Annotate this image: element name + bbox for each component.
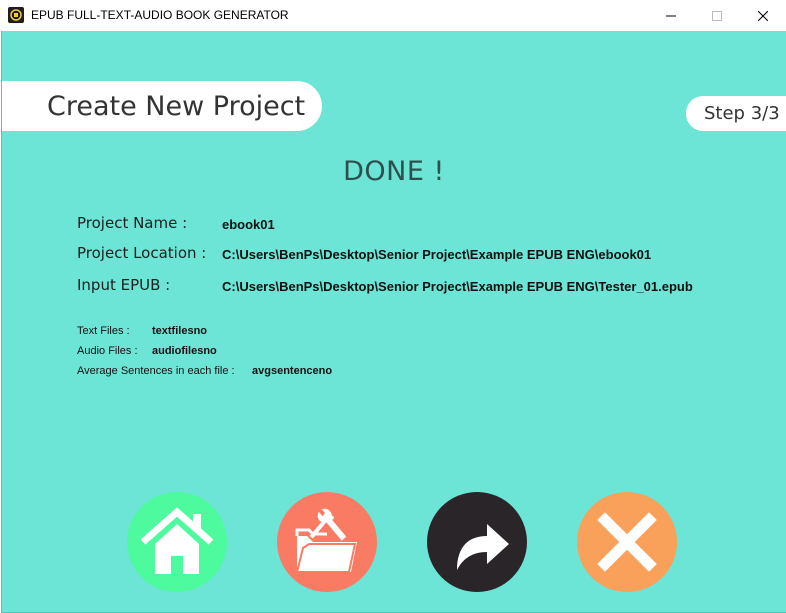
app-logo-icon	[8, 7, 24, 23]
close-icon	[758, 10, 768, 21]
close-x-icon	[597, 512, 657, 572]
project-name-value: ebook01	[222, 217, 275, 232]
maximize-icon	[712, 10, 722, 21]
folder-tools-icon	[295, 508, 357, 573]
audio-files-value: audiofilesno	[152, 345, 217, 357]
project-location-label: Project Location :	[77, 244, 207, 262]
audio-files-label: Audio Files :	[77, 345, 138, 357]
minimize-button[interactable]	[648, 0, 694, 31]
minimize-icon	[666, 15, 676, 16]
window-title: EPUB FULL-TEXT-AUDIO BOOK GENERATOR	[31, 8, 289, 22]
status-heading: DONE !	[343, 156, 445, 187]
project-name-label: Project Name :	[77, 214, 188, 232]
step-indicator: Step 3/3	[686, 96, 786, 131]
header-banner: Create New Project	[2, 81, 322, 131]
input-epub-value: C:\Users\BenPs\Desktop\Senior Project\Ex…	[222, 279, 693, 294]
text-files-label: Text Files :	[77, 325, 130, 337]
avg-sentences-label: Average Sentences in each file :	[77, 365, 235, 377]
home-icon	[140, 507, 214, 574]
avg-sentences-value: avgsentenceno	[252, 365, 333, 377]
title-bar: EPUB FULL-TEXT-AUDIO BOOK GENERATOR	[0, 0, 786, 31]
forward-button[interactable]	[427, 492, 527, 592]
step-label: Step 3/3	[704, 103, 780, 124]
main-panel: Create New Project Step 3/3 DONE ! Proje…	[1, 31, 786, 613]
text-files-value: textfilesno	[152, 325, 208, 337]
close-button[interactable]	[577, 492, 677, 592]
maximize-button[interactable]	[694, 0, 740, 31]
input-epub-label: Input EPUB :	[77, 276, 171, 294]
project-location-value: C:\Users\BenPs\Desktop\Senior Project\Ex…	[222, 247, 652, 262]
close-window-button[interactable]	[740, 0, 786, 31]
page-title: Create New Project	[47, 90, 306, 122]
home-button[interactable]	[127, 492, 227, 592]
forward-arrow-icon	[457, 524, 509, 570]
open-folder-button[interactable]	[277, 492, 377, 592]
